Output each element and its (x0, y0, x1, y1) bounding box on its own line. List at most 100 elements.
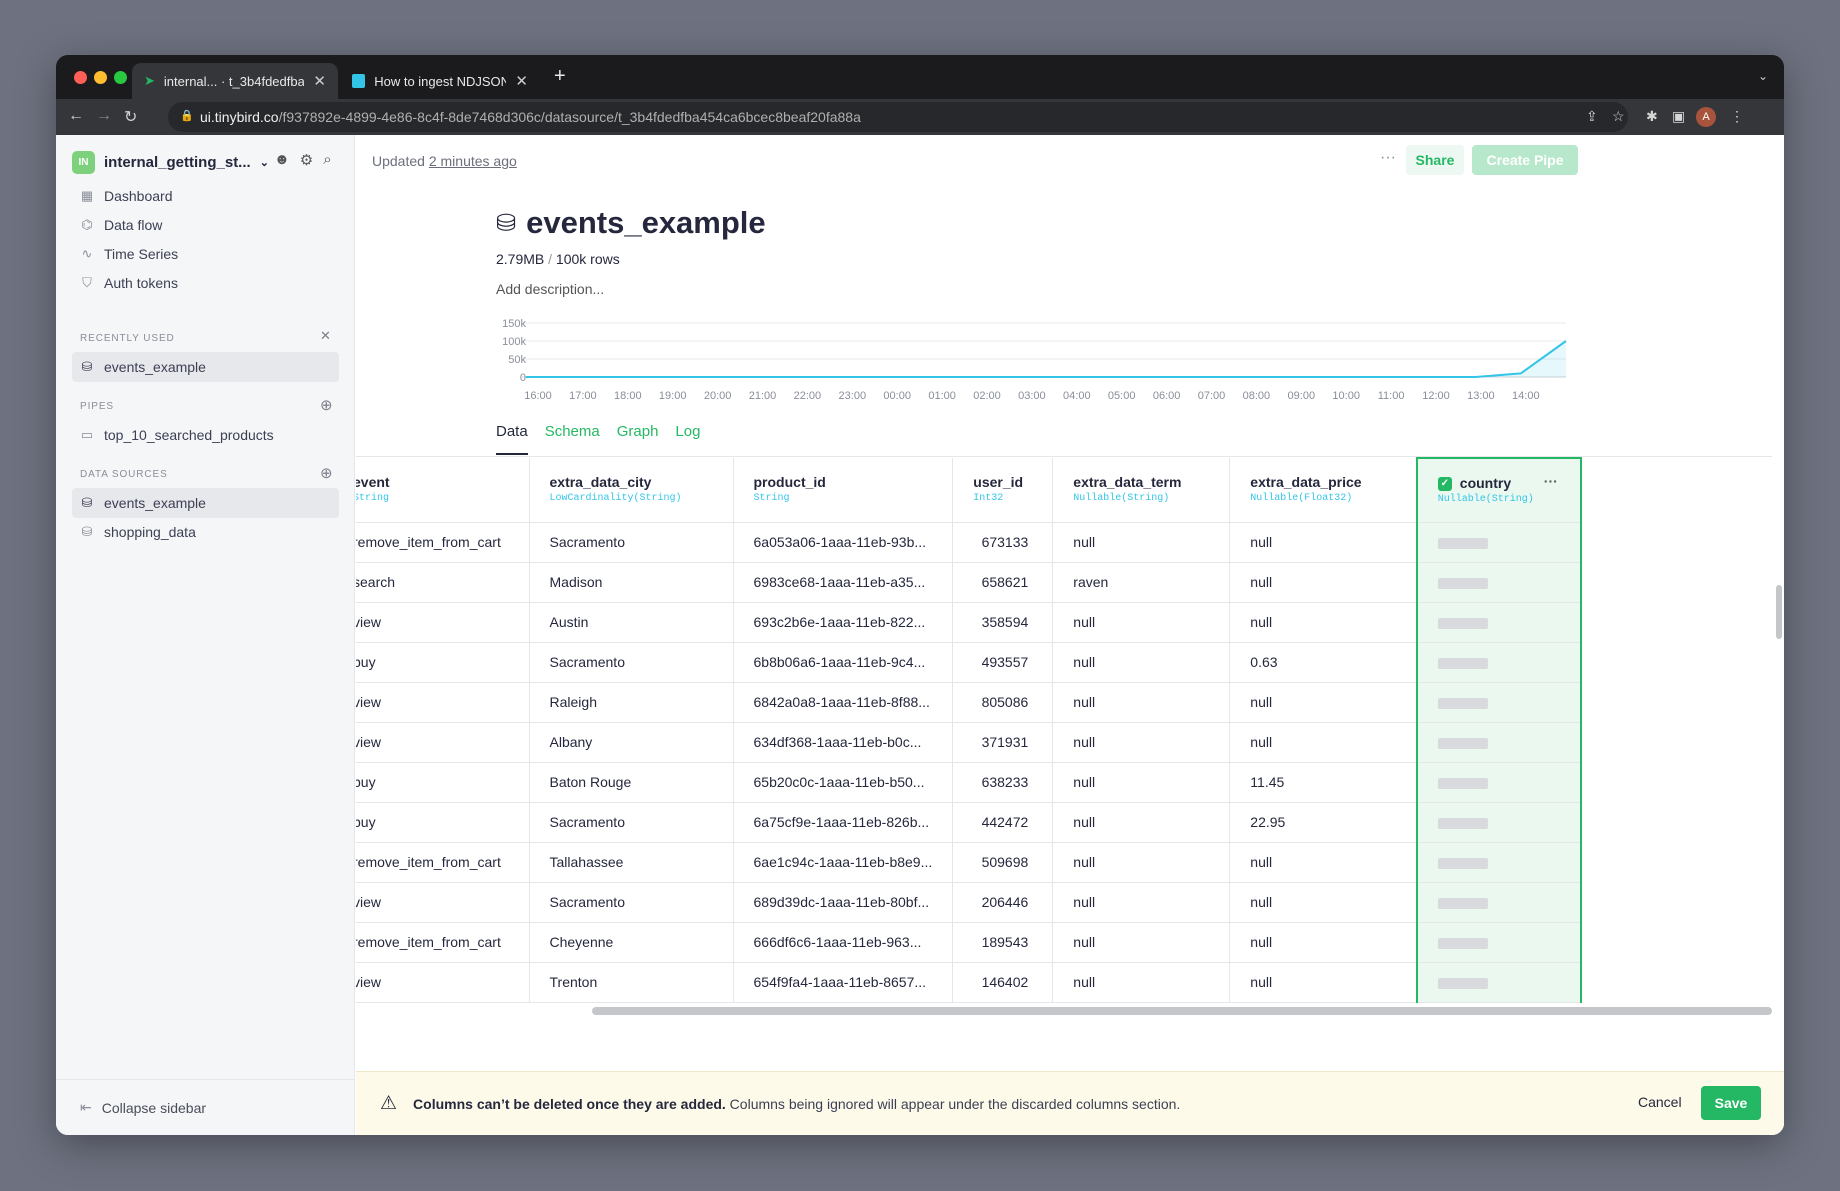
sidebar-item-dashboard[interactable]: ▦ Dashboard (72, 181, 339, 211)
table-cell[interactable]: null (1052, 602, 1231, 643)
maximize-window-button[interactable] (114, 71, 127, 84)
sidebar-item-data-flow[interactable]: ⌬ Data flow (72, 210, 339, 240)
table-cell[interactable]: 146402 (952, 962, 1054, 1003)
column-header-country[interactable]: ✓ country ··· Nullable(String) (1415, 457, 1582, 523)
table-cell[interactable]: null (1229, 962, 1418, 1003)
table-cell[interactable]: 638233 (952, 762, 1054, 803)
table-cell[interactable]: Austin (529, 602, 734, 643)
tab-data[interactable]: Data (496, 423, 528, 455)
table-cell[interactable]: null (1052, 922, 1231, 963)
tab-search-chevron-icon[interactable]: ⌄ (1758, 69, 1768, 83)
table-cell[interactable]: null (1229, 922, 1418, 963)
table-cell[interactable]: search (356, 562, 530, 603)
table-cell[interactable]: null (1052, 522, 1231, 563)
sidebar-item-auth-tokens[interactable]: ⛉ Auth tokens (72, 268, 339, 298)
table-cell[interactable]: 0.63 (1229, 642, 1418, 683)
gear-icon[interactable]: ⚙ (300, 151, 313, 169)
table-cell[interactable]: null (1229, 602, 1418, 643)
table-cell[interactable]: Baton Rouge (529, 762, 734, 803)
table-cell[interactable]: 358594 (952, 602, 1054, 643)
table-cell[interactable]: null (1229, 722, 1418, 763)
sidepanel-icon[interactable]: ▣ (1672, 108, 1685, 125)
data-table-viewport[interactable]: event String extra_data_city LowCardinalit… (356, 456, 1772, 1005)
table-cell[interactable]: null (1229, 562, 1418, 603)
updated-time-link[interactable]: 2 minutes ago (429, 153, 517, 169)
browser-tab-1[interactable]: ➤ internal... · t_3b4fdedfba454ca6bcec8b… (132, 63, 338, 99)
table-cell[interactable]: view (356, 962, 530, 1003)
column-header-extra-data-term[interactable]: extra_data_term Nullable(String) (1052, 458, 1231, 523)
table-cell[interactable]: 654f9fa4-1aaa-11eb-8657... (733, 962, 954, 1003)
tab-schema[interactable]: Schema (545, 423, 600, 455)
pipe-item-top-10[interactable]: ▭ top_10_searched_products (72, 420, 339, 450)
close-window-button[interactable] (74, 71, 87, 84)
table-cell[interactable]: null (1229, 682, 1418, 723)
table-cell[interactable]: 689d39dc-1aaa-11eb-80bf... (733, 882, 954, 923)
vertical-scrollbar[interactable] (1776, 585, 1782, 639)
collapse-sidebar-button[interactable]: ⇤ Collapse sidebar (56, 1079, 355, 1135)
add-datasource-icon[interactable]: ⊕ (320, 464, 333, 482)
table-cell[interactable]: 658621 (952, 562, 1054, 603)
table-cell[interactable]: 693c2b6e-1aaa-11eb-822... (733, 602, 954, 643)
table-cell[interactable]: null (1052, 642, 1231, 683)
table-cell[interactable]: buy (356, 762, 530, 803)
browser-menu-icon[interactable]: ⋮ (1730, 108, 1744, 125)
search-icon[interactable]: ⌕ (323, 151, 331, 169)
tab-graph[interactable]: Graph (617, 423, 659, 455)
table-cell[interactable]: 6842a0a8-1aaa-11eb-8f88... (733, 682, 954, 723)
table-cell[interactable]: 673133 (952, 522, 1054, 563)
sidebar-item-time-series[interactable]: ∿ Time Series (72, 239, 339, 269)
table-cell[interactable]: 65b20c0c-1aaa-11eb-b50... (733, 762, 954, 803)
minimize-window-button[interactable] (94, 71, 107, 84)
table-cell[interactable]: remove_item_from_cart (356, 842, 530, 883)
bookmark-star-icon[interactable]: ☆ (1612, 108, 1625, 125)
column-header-event[interactable]: event String (356, 458, 530, 523)
table-cell[interactable]: null (1052, 802, 1231, 843)
table-cell[interactable]: view (356, 882, 530, 923)
share-button[interactable]: Share (1406, 145, 1464, 175)
column-header-product-id[interactable]: product_id String (733, 458, 954, 523)
table-cell[interactable]: 189543 (952, 922, 1054, 963)
table-cell[interactable]: raven (1052, 562, 1231, 603)
more-options-button[interactable]: ··· (1380, 149, 1396, 167)
url-field[interactable]: 🔒 ui.tinybird.co/f937892e-4899-4e86-8c4f… (168, 102, 1628, 132)
forward-icon[interactable]: → (96, 107, 112, 125)
include-column-checkbox[interactable]: ✓ (1437, 477, 1452, 492)
table-cell[interactable]: Sacramento (529, 802, 734, 843)
datasource-item-shopping-data[interactable]: ⛁ shopping_data (72, 517, 339, 547)
new-tab-button[interactable]: + (554, 65, 566, 88)
table-cell[interactable]: buy (356, 642, 530, 683)
table-cell[interactable]: 493557 (952, 642, 1054, 683)
column-header-user-id[interactable]: user_id Int32 (952, 458, 1054, 523)
recent-item-events-example[interactable]: ⛁ events_example (72, 352, 339, 382)
description-field[interactable]: Add description... (496, 281, 604, 297)
tab-log[interactable]: Log (675, 423, 700, 455)
column-header-extra-data-city[interactable]: extra_data_city LowCardinality(String) (529, 458, 734, 523)
close-tab-icon[interactable]: ✕ (515, 72, 528, 90)
table-cell[interactable]: remove_item_from_cart (356, 522, 530, 563)
user-icon[interactable]: ☻ (274, 151, 290, 169)
cancel-button[interactable]: Cancel (1638, 1094, 1682, 1110)
table-cell[interactable]: Sacramento (529, 522, 734, 563)
table-cell[interactable]: buy (356, 802, 530, 843)
table-cell[interactable]: 666df6c6-1aaa-11eb-963... (733, 922, 954, 963)
table-cell[interactable]: 11.45 (1229, 762, 1418, 803)
close-tab-icon[interactable]: ✕ (313, 72, 326, 90)
table-cell[interactable]: 442472 (952, 802, 1054, 843)
table-cell[interactable]: Cheyenne (529, 922, 734, 963)
workspace-switcher[interactable]: IN internal_getting_st... ⌄ (72, 151, 269, 174)
browser-tab-2[interactable]: How to ingest NDJSON data · Tinybird ✕ (340, 63, 540, 99)
table-cell[interactable]: null (1229, 842, 1418, 883)
table-cell[interactable]: view (356, 602, 530, 643)
table-cell[interactable]: null (1052, 762, 1231, 803)
table-cell[interactable]: Albany (529, 722, 734, 763)
table-cell[interactable]: 6b8b06a6-1aaa-11eb-9c4... (733, 642, 954, 683)
table-cell[interactable]: 206446 (952, 882, 1054, 923)
table-cell[interactable]: 22.95 (1229, 802, 1418, 843)
table-cell[interactable]: null (1229, 522, 1418, 563)
table-cell[interactable]: 6ae1c94c-1aaa-11eb-b8e9... (733, 842, 954, 883)
datasource-item-events-example[interactable]: ⛁ events_example (72, 488, 339, 518)
table-cell[interactable]: 371931 (952, 722, 1054, 763)
datasource-name[interactable]: events_example (526, 205, 766, 241)
table-cell[interactable]: 6a053a06-1aaa-11eb-93b... (733, 522, 954, 563)
table-cell[interactable]: Madison (529, 562, 734, 603)
